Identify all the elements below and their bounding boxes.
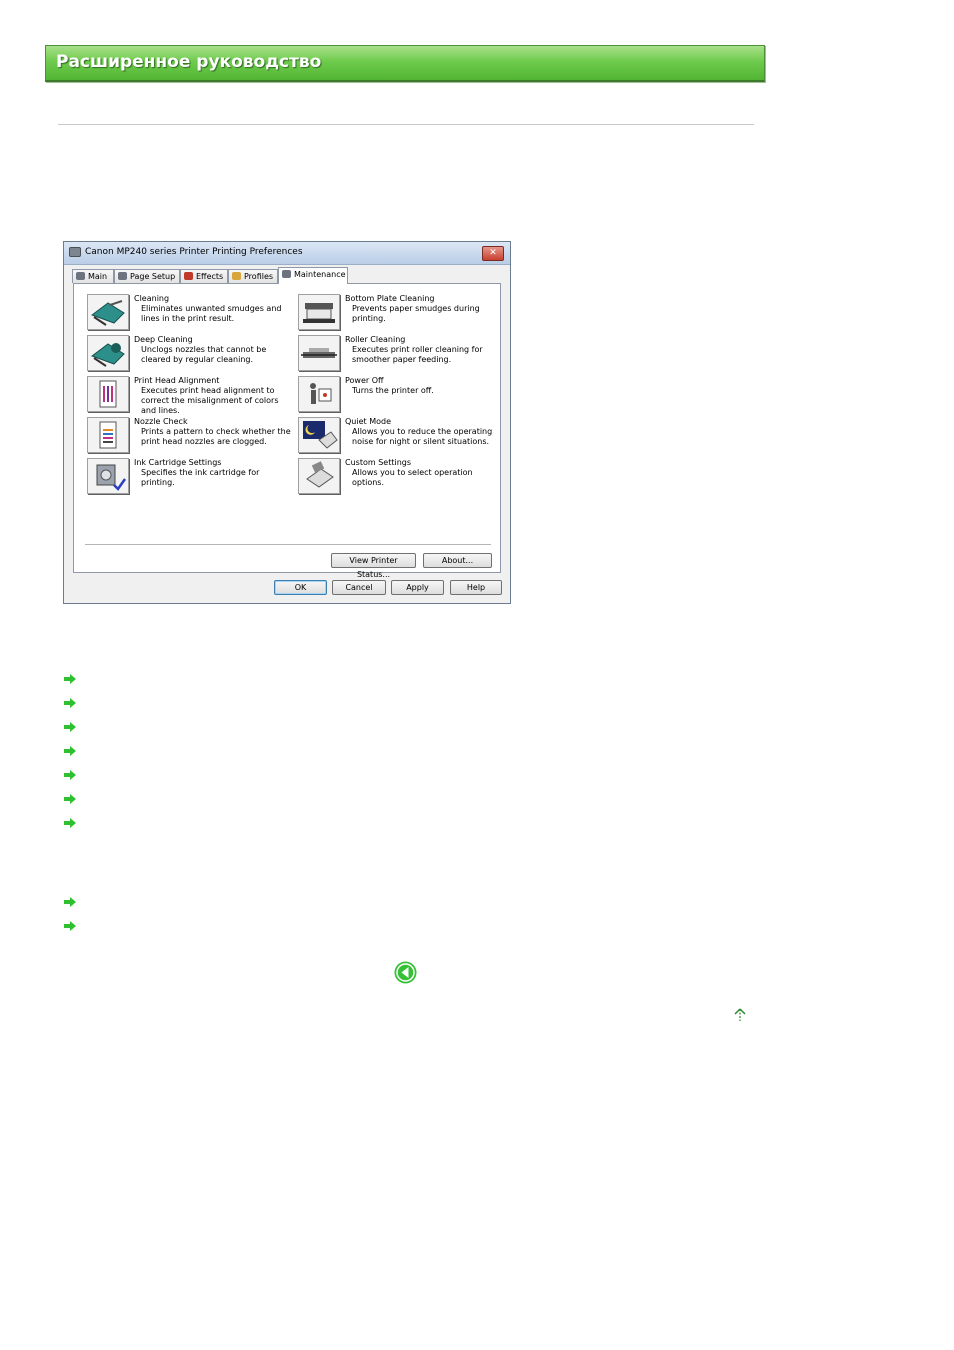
power-off-description: Turns the printer off.: [352, 386, 434, 395]
effects-tab-icon: [184, 272, 193, 280]
printing-preferences-dialog: Canon MP240 series Printer Printing Pref…: [63, 241, 511, 604]
close-button[interactable]: ✕: [482, 246, 504, 261]
view-printer-status-button[interactable]: View Printer Status...: [331, 553, 416, 579]
about-button[interactable]: About...: [423, 553, 492, 568]
header-banner: Расширенное руководство: [45, 45, 765, 82]
cleaning-item[interactable]: Cleaning Eliminates unwanted smudges and…: [87, 294, 292, 334]
tab-main[interactable]: Main: [72, 269, 114, 283]
nozzle-check-description: Prints a pattern to check whether the pr…: [141, 427, 291, 446]
link-arrow-icon[interactable]: [63, 745, 77, 757]
link-arrow-icon[interactable]: [63, 920, 77, 932]
custom-settings-label: Custom Settings: [345, 458, 412, 467]
help-button[interactable]: Help: [450, 580, 502, 595]
nozzle-check-label: Nozzle Check: [134, 417, 188, 426]
tab-maintenance[interactable]: Maintenance: [278, 267, 348, 284]
power-off-item[interactable]: Power Off Turns the printer off.: [298, 376, 503, 416]
cleaning-label: Cleaning: [134, 294, 170, 303]
ink-cartridge-icon[interactable]: [87, 458, 129, 494]
link-arrow-icon[interactable]: [63, 769, 77, 781]
tab-profiles[interactable]: Profiles: [228, 269, 278, 283]
deep-cleaning-item[interactable]: Deep Cleaning Unclogs nozzles that canno…: [87, 335, 292, 375]
print-head-alignment-item[interactable]: Print Head Alignment Executes print head…: [87, 376, 292, 416]
bottom-plate-cleaning-label: Bottom Plate Cleaning: [345, 294, 435, 303]
bottom-plate-cleaning-item[interactable]: Bottom Plate Cleaning Prevents paper smu…: [298, 294, 503, 334]
roller-icon[interactable]: [298, 335, 340, 371]
quiet-mode-icon[interactable]: [298, 417, 340, 453]
link-arrow-icon[interactable]: [63, 817, 77, 829]
back-arrow-icon[interactable]: [394, 961, 417, 984]
maintenance-tab-icon: [282, 270, 291, 278]
deep-cleaning-description: Unclogs nozzles that cannot be cleared b…: [141, 345, 267, 364]
quiet-mode-item[interactable]: Quiet Mode Allows you to reduce the oper…: [298, 417, 503, 457]
panel-separator: [85, 544, 491, 545]
link-arrow-icon[interactable]: [63, 793, 77, 805]
nozzle-check-icon[interactable]: [87, 417, 129, 453]
print-head-alignment-icon[interactable]: [87, 376, 129, 412]
quiet-mode-label: Quiet Mode: [345, 417, 391, 426]
print-head-alignment-description: Executes print head alignment to correct…: [141, 386, 279, 415]
page-setup-tab-icon: [118, 272, 127, 280]
power-off-icon[interactable]: [298, 376, 340, 412]
quiet-mode-description: Allows you to reduce the operating noise…: [352, 427, 493, 446]
roller-cleaning-label: Roller Cleaning: [345, 335, 406, 344]
roller-cleaning-description: Executes print roller cleaning for smoot…: [352, 345, 483, 364]
link-arrow-icon[interactable]: [63, 896, 77, 908]
banner-title: Расширенное руководство: [56, 52, 322, 72]
cleaning-icon[interactable]: [87, 294, 129, 330]
tab-page-setup[interactable]: Page Setup: [114, 269, 180, 283]
apply-button[interactable]: Apply: [391, 580, 444, 595]
printer-icon: [69, 247, 81, 257]
page-top-icon[interactable]: [734, 1007, 746, 1021]
print-head-alignment-label: Print Head Alignment: [134, 376, 220, 385]
ink-cartridge-settings-item[interactable]: Ink Cartridge Settings Specifies the ink…: [87, 458, 292, 498]
deep-cleaning-label: Deep Cleaning: [134, 335, 193, 344]
custom-settings-icon[interactable]: [298, 458, 340, 494]
cleaning-description: Eliminates unwanted smudges and lines in…: [141, 304, 282, 323]
ink-cartridge-settings-label: Ink Cartridge Settings: [134, 458, 222, 467]
tab-effects[interactable]: Effects: [180, 269, 228, 283]
link-arrow-icon[interactable]: [63, 721, 77, 733]
dialog-title: Canon MP240 series Printer Printing Pref…: [85, 247, 303, 257]
custom-settings-item[interactable]: Custom Settings Allows you to select ope…: [298, 458, 503, 498]
cancel-button[interactable]: Cancel: [332, 580, 386, 595]
bottom-plate-icon[interactable]: [298, 294, 340, 330]
bottom-plate-cleaning-description: Prevents paper smudges during printing.: [352, 304, 480, 323]
link-arrow-icon[interactable]: [63, 697, 77, 709]
link-arrow-icon[interactable]: [63, 673, 77, 685]
nozzle-check-item[interactable]: Nozzle Check Prints a pattern to check w…: [87, 417, 292, 457]
dialog-titlebar: Canon MP240 series Printer Printing Pref…: [64, 242, 510, 265]
maintenance-panel: Cleaning Eliminates unwanted smudges and…: [73, 283, 503, 579]
roller-cleaning-item[interactable]: Roller Cleaning Executes print roller cl…: [298, 335, 503, 375]
ink-cartridge-settings-description: Specifies the ink cartridge for printing…: [141, 468, 260, 487]
divider: [58, 124, 754, 125]
deep-cleaning-icon[interactable]: [87, 335, 129, 371]
profiles-tab-icon: [232, 272, 241, 280]
main-tab-icon: [76, 272, 85, 280]
ok-button[interactable]: OK: [274, 580, 327, 595]
custom-settings-description: Allows you to select operation options.: [352, 468, 473, 487]
power-off-label: Power Off: [345, 376, 384, 385]
